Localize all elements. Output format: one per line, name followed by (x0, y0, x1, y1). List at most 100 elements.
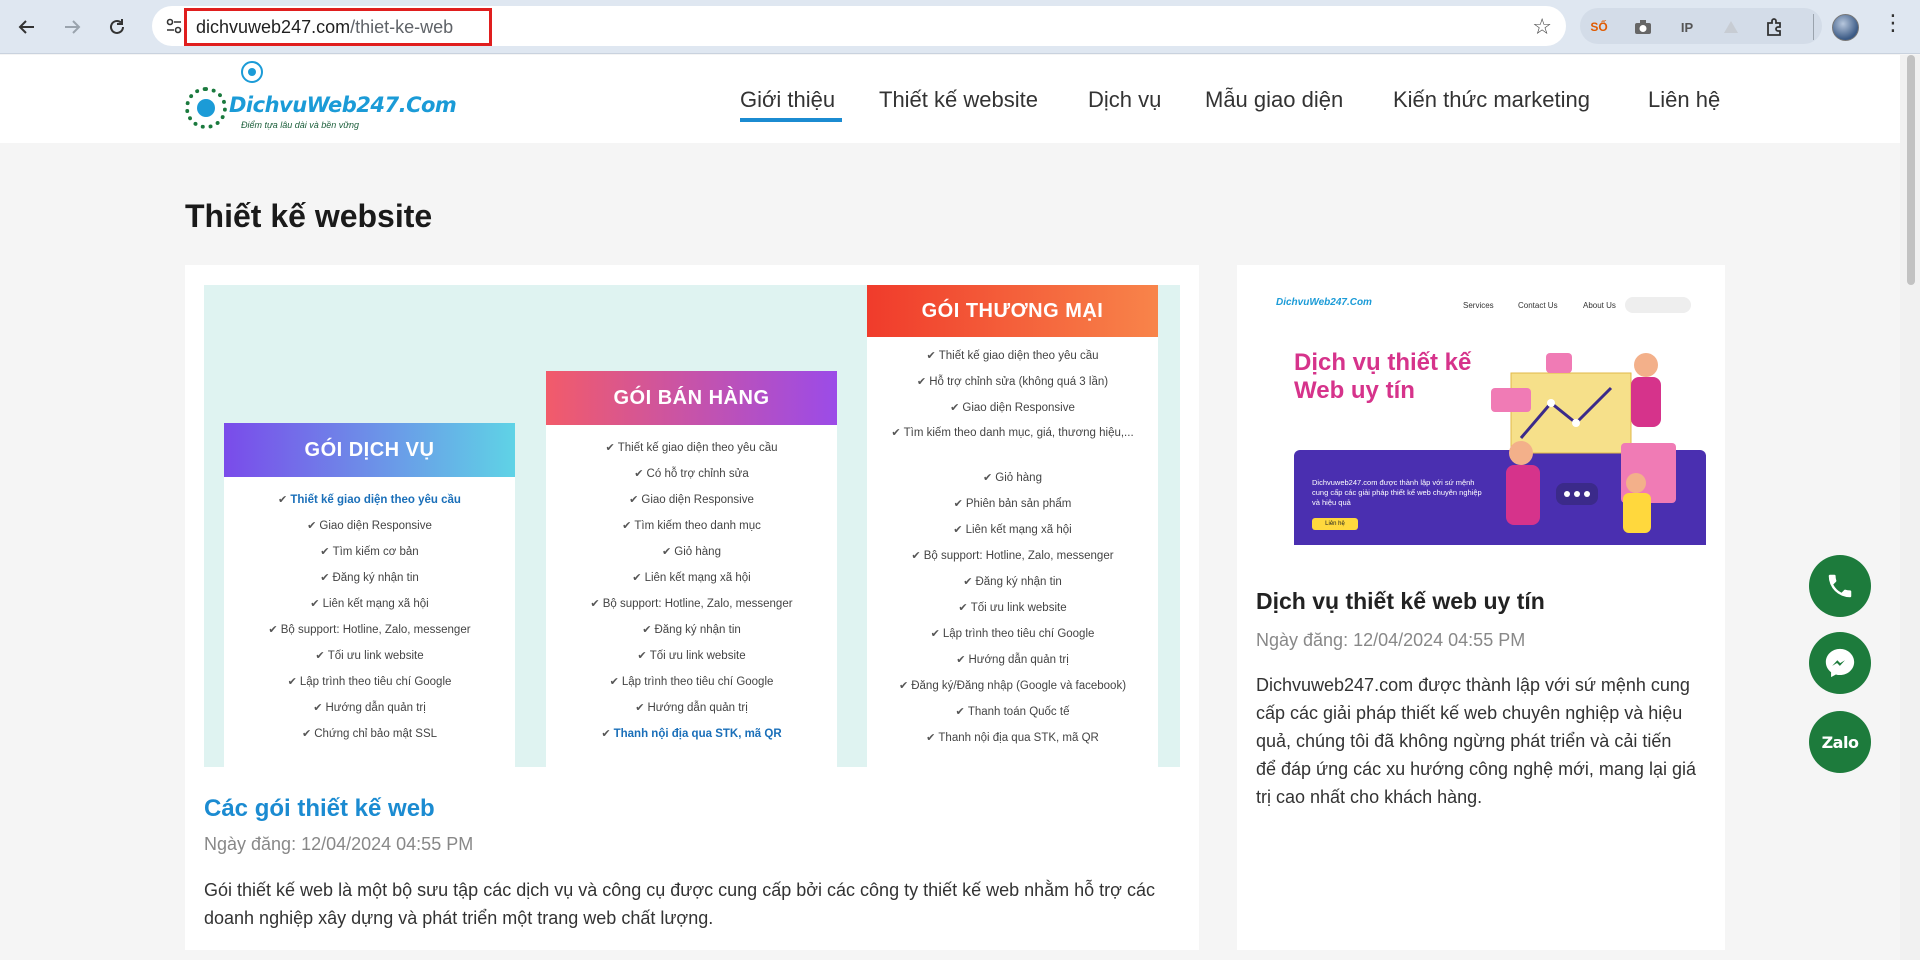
post-date: Ngày đăng: 12/04/2024 04:55 PM (1256, 630, 1526, 650)
package-features: Thiết kế giao diện theo yêu cầu Giao diệ… (224, 477, 515, 747)
triangle-extension-icon[interactable] (1720, 16, 1742, 38)
feature-item: Bộ support: Hotline, Zalo, messenger (546, 591, 837, 617)
feature-item: Liên kết mạng xã hội (867, 517, 1158, 543)
package-title: GÓI BÁN HÀNG (546, 371, 837, 425)
feature-item: Tối ưu link website (224, 643, 515, 669)
package-title: GÓI THƯƠNG MẠI (867, 285, 1158, 337)
thumbnail-search (1625, 297, 1691, 313)
phone-call-button[interactable] (1809, 555, 1871, 617)
feature-item: Thanh nội địa qua STK, mã QR (546, 721, 837, 747)
puzzle-extensions-icon[interactable] (1764, 16, 1786, 38)
post-excerpt: Gói thiết kế web là một bộ sưu tập các d… (204, 880, 1155, 928)
thumbnail-nav-item: About Us (1583, 301, 1616, 310)
feature-item: Liên kết mạng xã hội (546, 565, 837, 591)
feature-item: Đăng ký nhận tin (546, 617, 837, 643)
messenger-button[interactable] (1809, 632, 1871, 694)
feature-item: Phiên bản sản phẩm (867, 491, 1158, 517)
url-text[interactable]: dichvuweb247.com/thiet-ke-web (184, 8, 492, 46)
nav-dich-vu[interactable]: Dịch vụ (1088, 87, 1161, 113)
thumbnail-nav-item: Contact Us (1518, 301, 1558, 310)
feature-item: Đăng ký nhận tin (224, 565, 515, 591)
url-path: /thiet-ke-web (350, 16, 454, 37)
site-logo[interactable]: DichvuWeb247.Com Điểm tựa lâu dài và bền… (185, 61, 457, 135)
nav-thiet-ke-website[interactable]: Thiết kế website (879, 87, 1038, 113)
feature-item: Giao diện Responsive (546, 487, 837, 513)
site-header: DichvuWeb247.Com Điểm tựa lâu dài và bền… (0, 55, 1900, 143)
thumbnail-desc: Dichvuweb247.com được thành lập với sứ m… (1312, 478, 1482, 507)
package-title: GÓI DỊCH VỤ (224, 423, 515, 477)
package-card-dich-vu: GÓI DỊCH VỤ Thiết kế giao diện theo yêu … (224, 423, 515, 767)
feature-item: Thiết kế giao diện theo yêu cầu (546, 435, 837, 461)
camera-icon[interactable] (1632, 16, 1654, 38)
logo-tagline: Điểm tựa lâu dài và bền vững (241, 120, 359, 130)
feature-item: Hướng dẫn quản trị (867, 647, 1158, 673)
nav-kien-thuc-marketing[interactable]: Kiến thức marketing (1393, 87, 1590, 113)
feature-item: Hướng dẫn quản trị (546, 695, 837, 721)
logo-text: DichvuWeb247.Com (229, 93, 457, 117)
post-excerpt: Dichvuweb247.com được thành lập với sứ m… (1256, 675, 1696, 807)
package-features: Thiết kế giao diện theo yêu cầu Có hỗ tr… (546, 425, 837, 747)
browser-toolbar: ☆ dichvuweb247.com/thiet-ke-web SỐ IP ⋮ (0, 0, 1920, 54)
feature-item: Giao diện Responsive (224, 513, 515, 539)
post-card[interactable]: GÓI DỊCH VỤ Thiết kế giao diện theo yêu … (185, 265, 1199, 950)
thumbnail-nav-item: Services (1463, 301, 1494, 310)
feature-item: Tìm kiếm theo danh mục, giá, thương hiệu… (867, 421, 1158, 465)
feature-item: Tìm kiếm theo danh mục (546, 513, 837, 539)
feature-item: Chứng chỉ bảo mật SSL (224, 721, 515, 747)
feature-item: Thanh toán Quốc tế (867, 699, 1158, 725)
forward-arrow-icon[interactable] (56, 11, 88, 43)
post-title-link[interactable]: Các gói thiết kế web (204, 795, 435, 823)
feature-item: Đăng ký nhận tin (867, 569, 1158, 595)
thumbnail-illustration (1491, 353, 1676, 533)
feature-item: Tối ưu link website (546, 643, 837, 669)
profile-avatar[interactable] (1832, 14, 1859, 41)
so-extension-icon[interactable]: SỐ (1588, 16, 1610, 38)
ip-extension-icon[interactable]: IP (1676, 16, 1698, 38)
nav-lien-he[interactable]: Liên hệ (1648, 87, 1720, 113)
pricing-image[interactable]: GÓI DỊCH VỤ Thiết kế giao diện theo yêu … (204, 285, 1180, 767)
extensions-bar: SỐ IP (1580, 8, 1822, 44)
feature-item: Giỏ hàng (546, 539, 837, 565)
scrollbar-thumb[interactable] (1907, 55, 1915, 285)
feature-item: Thiết kế giao diện theo yêu cầu (224, 487, 515, 513)
post-date: Ngày đăng: 12/04/2024 04:55 PM (204, 834, 474, 854)
post-title-link[interactable]: Dịch vụ thiết kế web uy tín (1256, 588, 1545, 615)
post-card-side[interactable]: DichvuWeb247.Com Services Contact Us Abo… (1237, 265, 1725, 950)
post-thumbnail[interactable]: DichvuWeb247.Com Services Contact Us Abo… (1256, 285, 1706, 545)
nav-active-indicator (740, 118, 842, 122)
feature-item: Tối ưu link website (867, 595, 1158, 621)
package-card-thuong-mai: GÓI THƯƠNG MẠI Thiết kế giao diện theo y… (867, 285, 1158, 767)
url-domain: dichvuweb247.com (196, 16, 351, 37)
page-title: Thiết kế website (185, 198, 433, 234)
logo-mark-ring (185, 87, 227, 129)
feature-item: Thanh nội địa qua STK, mã QR (867, 725, 1158, 751)
page-scrollbar[interactable] (1900, 55, 1920, 960)
feature-item: Giỏ hàng (867, 465, 1158, 491)
package-features: Thiết kế giao diện theo yêu cầu Hỗ trợ c… (867, 337, 1158, 751)
feature-item: Lập trình theo tiêu chí Google (867, 621, 1158, 647)
feature-item: Tìm kiếm cơ bản (224, 539, 515, 565)
toolbar-divider (1813, 14, 1814, 40)
back-arrow-icon[interactable] (11, 11, 43, 43)
zalo-button[interactable]: Zalo (1809, 711, 1871, 773)
thumbnail-logo: DichvuWeb247.Com (1276, 297, 1372, 308)
reload-icon[interactable] (101, 11, 133, 43)
more-menu-icon[interactable]: ⋮ (1882, 10, 1904, 36)
logo-mark-dot (241, 61, 263, 83)
nav-mau-giao-dien[interactable]: Mẫu giao diện (1205, 87, 1343, 113)
feature-item: Lập trình theo tiêu chí Google (546, 669, 837, 695)
thumbnail-button: Liên hệ (1312, 518, 1358, 530)
feature-item: Thiết kế giao diện theo yêu cầu (867, 343, 1158, 369)
feature-item: Lập trình theo tiêu chí Google (224, 669, 515, 695)
zalo-icon: Zalo (1821, 732, 1859, 752)
feature-item: Hỗ trợ chỉnh sửa (không quá 3 lần) (867, 369, 1158, 395)
bookmark-star-icon[interactable]: ☆ (1532, 14, 1552, 40)
feature-item: Giao diện Responsive (867, 395, 1158, 421)
package-card-ban-hang: GÓI BÁN HÀNG Thiết kế giao diện theo yêu… (546, 371, 837, 767)
phone-icon (1828, 574, 1852, 598)
feature-item: Bộ support: Hotline, Zalo, messenger (867, 543, 1158, 569)
feature-item: Bộ support: Hotline, Zalo, messenger (224, 617, 515, 643)
nav-gioi-thieu[interactable]: Giới thiệu (740, 87, 835, 113)
feature-item: Liên kết mạng xã hội (224, 591, 515, 617)
feature-item: Có hỗ trợ chỉnh sửa (546, 461, 837, 487)
